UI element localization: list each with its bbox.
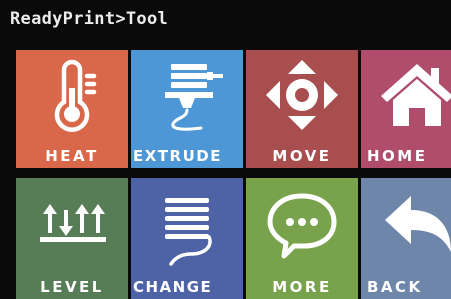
back-arrow-icon <box>385 196 451 252</box>
home-button[interactable]: HOME <box>361 50 451 168</box>
level-arrows-icon <box>40 204 106 242</box>
home-label: HOME <box>367 147 428 165</box>
heat-label: HEAT <box>45 147 99 165</box>
house-icon <box>381 64 451 126</box>
printer-screen: ReadyPrint>Tool HEAT EXTRUDE MOVE HOME L… <box>0 0 451 299</box>
move-button[interactable]: MOVE <box>246 50 358 168</box>
extruder-icon <box>165 64 223 131</box>
more-button[interactable]: MORE <box>246 178 358 299</box>
level-button[interactable]: LEVEL <box>16 178 128 299</box>
thermometer-icon <box>54 59 97 132</box>
extrude-button[interactable]: EXTRUDE <box>131 50 243 168</box>
back-label: BACK <box>367 278 423 296</box>
heat-button[interactable]: HEAT <box>16 50 128 168</box>
extrude-label: EXTRUDE <box>133 147 222 165</box>
more-label: MORE <box>272 278 332 296</box>
move-arrows-icon <box>266 60 338 130</box>
back-button[interactable]: BACK <box>361 178 451 299</box>
chat-bubble-icon <box>267 193 337 259</box>
page-title: ReadyPrint>Tool <box>10 9 169 29</box>
change-button[interactable]: CHANGE <box>131 178 243 299</box>
move-label: MOVE <box>272 147 332 165</box>
level-label: LEVEL <box>40 278 104 296</box>
filament-spool-icon <box>165 198 212 266</box>
change-label: CHANGE <box>133 278 213 296</box>
